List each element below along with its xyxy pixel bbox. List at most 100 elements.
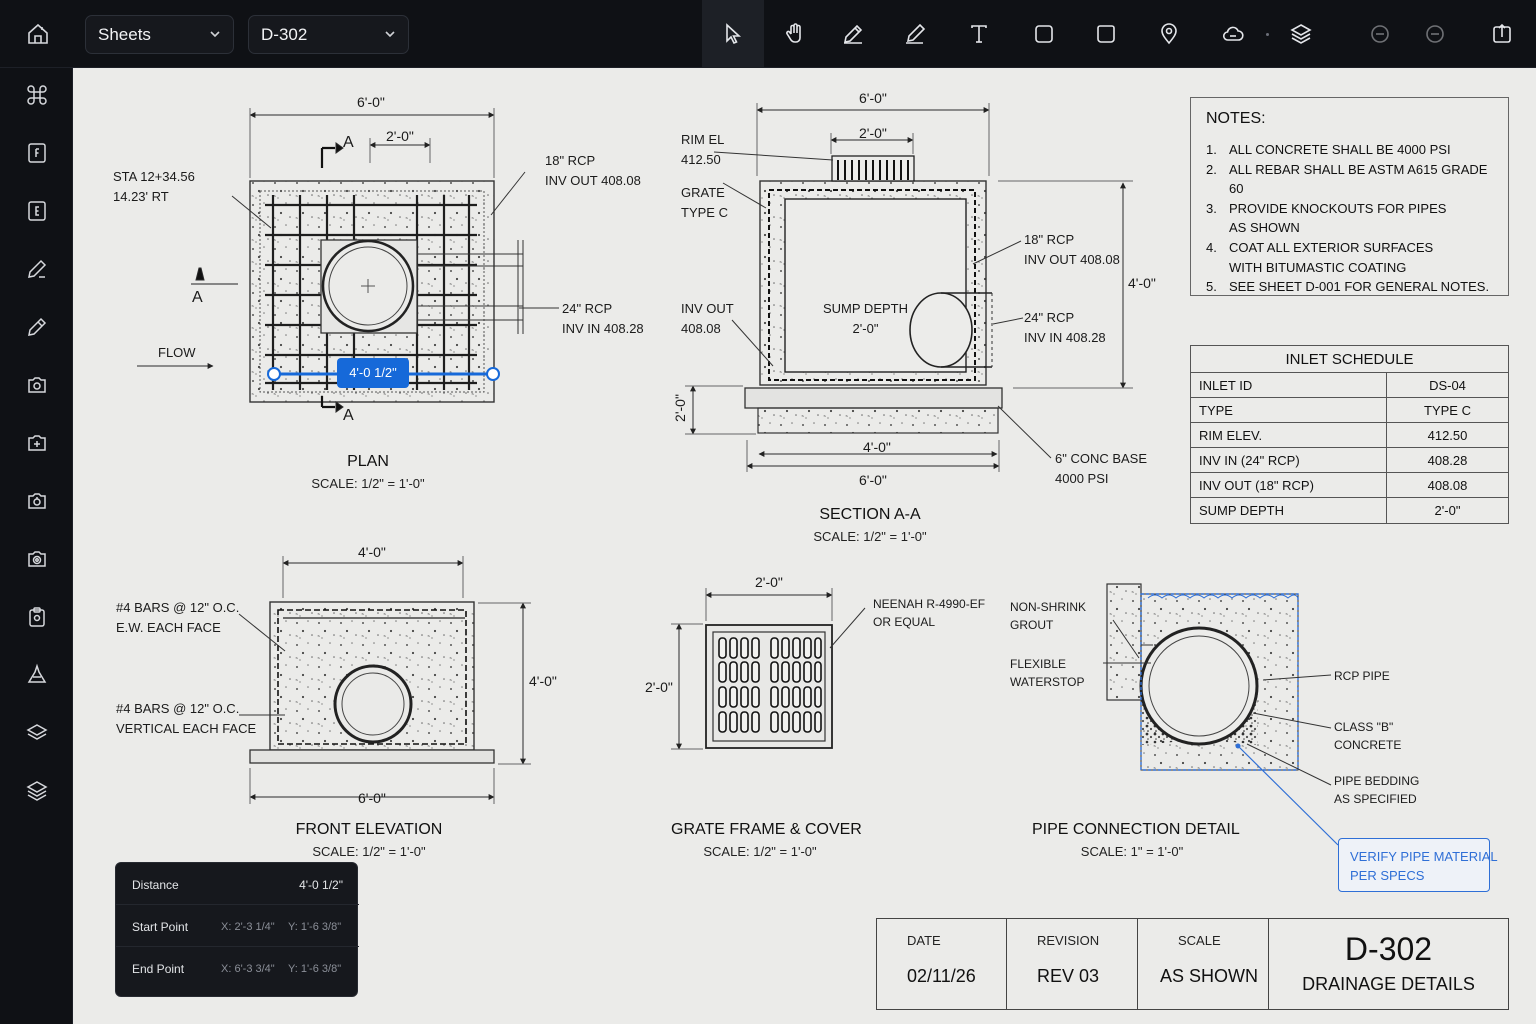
title-block-scale: SCALE AS SHOWN (1138, 919, 1269, 1009)
camera-b-icon (28, 435, 46, 451)
sidebar-item-measure[interactable] (16, 248, 58, 290)
front-bars-horizontal-label: #4 BARS @ 12" O.C. E.W. EACH FACE (116, 600, 240, 635)
sidebar-item-edit[interactable] (16, 306, 58, 348)
sheet-name: DRAINAGE DETAILS (1302, 974, 1475, 994)
note-item: 4. COAT ALL EXTERIOR SURFACES WITH BITUMA… (1206, 239, 1434, 275)
layers-icon (1290, 24, 1312, 44)
section-pipe-out-label: 18" RCP INV OUT 408.08 (1024, 232, 1120, 267)
front-dim-height: 4'-0" (529, 673, 557, 689)
section-dim-inner: 4'-0" (863, 439, 891, 455)
cursor-icon (726, 23, 742, 45)
toolbar-separator (1266, 33, 1269, 36)
sheets-dropdown[interactable]: Sheets (85, 15, 234, 54)
redo-tool[interactable] (1404, 0, 1466, 68)
cloud-icon (1222, 26, 1244, 41)
plan-scale: SCALE: 1/2" = 1'-0" (311, 476, 425, 491)
sidebar-item-stack[interactable] (16, 770, 58, 812)
drawing-canvas[interactable]: 6'-0" 2'-0" A A A STA 12+34.56 14.23' RT… (73, 68, 1536, 1024)
plan-dim-top: 6'-0" (357, 94, 385, 110)
front-title: FRONT ELEVATION (295, 821, 443, 838)
sidebar-item-hazard[interactable] (16, 654, 58, 696)
sheet-number: D-302 (1344, 931, 1433, 967)
table-row: SUMP DEPTH 2'-0" (1191, 498, 1508, 523)
table-row: INV IN (24" RCP) 408.28 (1191, 448, 1508, 473)
pipe-waterstop-label: FLEXIBLE WATERSTOP (1010, 657, 1085, 689)
section-scale: SCALE: 1/2" = 1'-0" (813, 529, 927, 544)
plan-station-label: STA 12+34.56 14.23' RT (113, 169, 195, 204)
highlight-tool[interactable] (884, 0, 946, 68)
pipe-connection-view (1103, 583, 1339, 846)
sidebar-item-photo[interactable] (16, 538, 58, 580)
left-sidebar (0, 68, 73, 1024)
cloud-shape-tool[interactable] (1075, 0, 1137, 68)
sidebar-item-clipboard[interactable] (16, 596, 58, 638)
grate-dim-top: 2'-0" (755, 574, 783, 590)
sidebar-item-layers[interactable] (16, 712, 58, 754)
measurement-badge[interactable]: 4'-0 1/2" (337, 358, 409, 388)
section-rim-label: RIM EL 412.50 (681, 132, 725, 167)
pan-tool[interactable] (764, 0, 826, 68)
front-dim-bottom: 6'-0" (358, 790, 386, 806)
cloud-markup-tool[interactable] (1202, 0, 1264, 68)
sidebar-item-camera-b[interactable] (16, 422, 58, 464)
plan-dim-grate: 2'-0" (386, 128, 414, 144)
text-tool[interactable] (948, 0, 1010, 68)
camera-a-icon (28, 377, 46, 393)
stack-icon (26, 781, 48, 801)
table-row: RIM ELEV. 412.50 (1191, 423, 1508, 448)
edit-pen-icon (28, 317, 47, 336)
select-tool[interactable] (702, 0, 764, 68)
location-pin-icon (1161, 23, 1177, 45)
notes-heading: NOTES: (1206, 110, 1266, 127)
title-block-revision: REVISION REV 03 (1007, 919, 1138, 1009)
pin-tool[interactable] (1138, 0, 1200, 68)
note-item: 2. ALL REBAR SHALL BE ASTM A615 GRADE 60 (1206, 161, 1488, 197)
home-icon[interactable] (18, 14, 58, 54)
plan-title: PLAN (347, 453, 389, 470)
sidebar-item-camera-c[interactable] (16, 480, 58, 522)
undo-tool[interactable] (1349, 0, 1411, 68)
section-sump-label: SUMP DEPTH 2'-0" (823, 301, 908, 336)
sidebar-item-sheet-f[interactable] (16, 132, 58, 174)
note-item: 3. PROVIDE KNOCKOUTS FOR PIPES AS SHOWN (1206, 200, 1447, 236)
hand-icon (786, 23, 801, 43)
section-grate-label: GRATE TYPE C (681, 185, 728, 220)
section-view (685, 103, 1133, 472)
rectangle-tool[interactable] (1013, 0, 1075, 68)
plan-flow-label: FLOW (158, 345, 196, 360)
sheets-dropdown-label: Sheets (98, 24, 151, 44)
section-dim-base: 2'-0" (671, 394, 688, 422)
sidebar-item-command[interactable] (16, 74, 58, 116)
note-item: 5. SEE SHEET D-001 FOR GENERAL NOTES. (1206, 279, 1490, 295)
command-icon (27, 85, 47, 105)
chevron-down-icon (385, 31, 395, 38)
redo-icon (1426, 25, 1444, 43)
measure-pen-icon (28, 259, 47, 278)
schedule-heading: INLET SCHEDULE (1191, 346, 1508, 373)
pencil-icon (843, 24, 863, 44)
square-icon (1035, 25, 1053, 43)
sidebar-item-sheet-e[interactable] (16, 190, 58, 232)
export-tool[interactable] (1471, 0, 1533, 68)
sheet-f-icon (28, 143, 46, 163)
measure-end-row: End Point X: 6'-3 3/4" Y: 1'-6 3/8" (132, 962, 342, 976)
text-icon (971, 25, 987, 43)
export-icon (1493, 23, 1511, 43)
sheet-select-label: D-302 (261, 24, 308, 44)
grate-view (671, 588, 866, 750)
sidebar-item-camera-a[interactable] (16, 364, 58, 406)
markup-tool[interactable] (822, 0, 884, 68)
pipe-detail-scale: SCALE: 1" = 1'-0" (1080, 844, 1184, 859)
front-elevation-view (238, 556, 531, 804)
pipe-bedding-label: PIPE BEDDING AS SPECIFIED (1334, 774, 1420, 806)
camera-c-icon (28, 493, 46, 509)
note-item: 1. ALL CONCRETE SHALL BE 4000 PSI (1206, 142, 1451, 157)
top-toolbar: Sheets D-302 (0, 0, 1536, 68)
layers-tool[interactable] (1270, 0, 1332, 68)
verify-pipe-callout[interactable]: VERIFY PIPE MATERIAL PER SPECS (1338, 838, 1498, 892)
section-inv-out-label: INV OUT 408.08 (681, 301, 734, 336)
sheet-select-dropdown[interactable]: D-302 (248, 15, 409, 54)
pipe-grout-label: NON-SHRINK GROUT (1010, 600, 1087, 632)
table-row: INLET ID DS-04 (1191, 373, 1508, 398)
section-title: SECTION A-A (819, 506, 921, 523)
